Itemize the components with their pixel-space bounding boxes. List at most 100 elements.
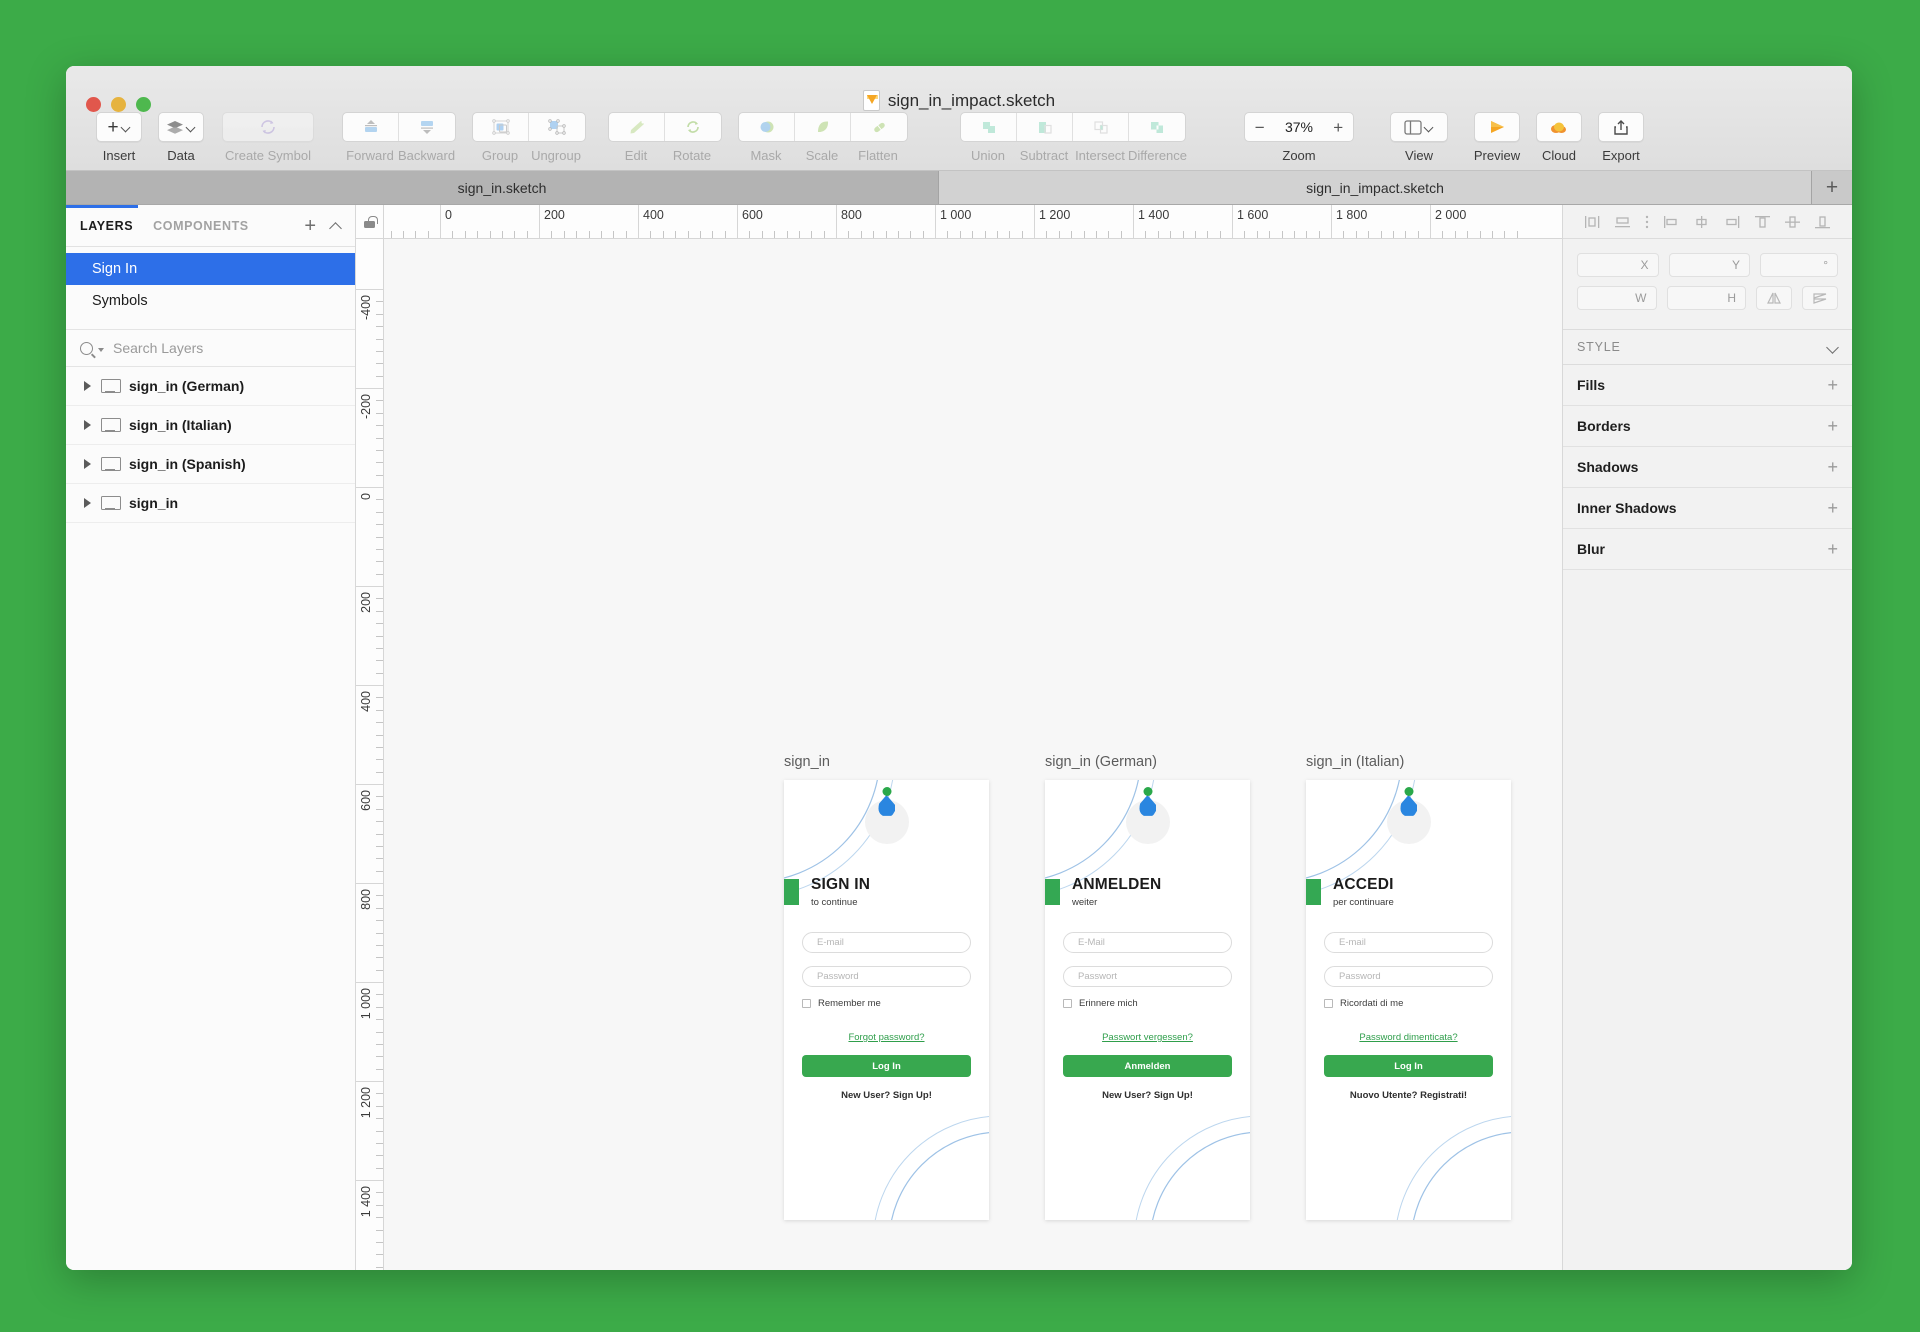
signup-link[interactable]: New User? Sign Up!: [784, 1090, 989, 1101]
mask-button[interactable]: [739, 113, 795, 141]
align-middle-icon[interactable]: [1693, 215, 1710, 229]
remember-me-row[interactable]: Ricordati di me: [1324, 998, 1403, 1009]
artboard-sign-in-italian-[interactable]: sign_in (Italian) ACCEDI per continuare E-…: [1306, 754, 1511, 1220]
login-button[interactable]: Log In: [802, 1055, 971, 1077]
chevron-down-icon[interactable]: [1827, 342, 1838, 353]
ruler-lock-corner[interactable]: [356, 205, 384, 238]
tab-components[interactable]: COMPONENTS: [153, 219, 249, 233]
toolbar-preview[interactable]: Preview: [1466, 112, 1528, 163]
search-layers-row[interactable]: Search Layers: [66, 329, 355, 367]
add-shadow-button[interactable]: +: [1827, 457, 1838, 478]
lock-icon[interactable]: [364, 215, 378, 228]
align-left-icon[interactable]: [1584, 215, 1601, 229]
toolbar-cloud[interactable]: Cloud: [1528, 112, 1590, 163]
email-input[interactable]: E-mail: [802, 932, 971, 953]
artboard-name-label[interactable]: sign_in (German): [1045, 754, 1250, 770]
remember-me-checkbox[interactable]: [802, 999, 811, 1008]
align-edge-left-icon[interactable]: [1663, 215, 1680, 229]
add-page-button[interactable]: +: [304, 216, 316, 236]
backward-button[interactable]: [399, 113, 455, 141]
add-border-button[interactable]: +: [1827, 416, 1838, 437]
page-item-sign-in[interactable]: Sign In: [66, 253, 355, 285]
layer-row-sign-in[interactable]: sign_in: [66, 484, 355, 523]
password-input[interactable]: Password: [1324, 966, 1493, 987]
search-input[interactable]: Search Layers: [113, 340, 203, 356]
create-symbol-button[interactable]: [222, 112, 314, 142]
toolbar-view[interactable]: View: [1388, 112, 1450, 163]
layer-row-sign-in-italian[interactable]: sign_in (Italian): [66, 406, 355, 445]
distribute-icon[interactable]: [1644, 215, 1650, 229]
align-top-icon[interactable]: [1754, 215, 1771, 229]
intersect-button[interactable]: [1073, 113, 1129, 141]
layer-row-sign-in-spanish[interactable]: sign_in (Spanish): [66, 445, 355, 484]
email-input[interactable]: E-mail: [1324, 932, 1493, 953]
layer-row-sign-in-german[interactable]: sign_in (German): [66, 367, 355, 406]
toolbar-data[interactable]: Data: [150, 112, 212, 163]
flip-horizontal-button[interactable]: [1756, 286, 1792, 310]
password-input[interactable]: Password: [802, 966, 971, 987]
difference-button[interactable]: [1129, 113, 1185, 141]
remember-me-checkbox[interactable]: [1063, 999, 1072, 1008]
signup-link[interactable]: New User? Sign Up!: [1045, 1090, 1250, 1101]
data-button[interactable]: [158, 112, 204, 142]
disclosure-triangle-icon[interactable]: [84, 420, 91, 430]
artboard-canvas[interactable]: ANMELDEN weiter E-Mail Passwort Erinnere mic…: [1045, 780, 1250, 1220]
toolbar-export[interactable]: Export: [1590, 112, 1652, 163]
disclosure-triangle-icon[interactable]: [84, 459, 91, 469]
ungroup-button[interactable]: [529, 113, 585, 141]
style-row-fills[interactable]: Fills +: [1563, 365, 1852, 406]
zoom-in-button[interactable]: +: [1324, 113, 1353, 141]
horizontal-ruler[interactable]: 0 200 400 600 800 1 000 1 200 1 400 1 600 1 800 2 …: [356, 205, 1562, 239]
style-row-borders[interactable]: Borders +: [1563, 406, 1852, 447]
height-field[interactable]: H: [1666, 286, 1746, 310]
email-input[interactable]: E-Mail: [1063, 932, 1232, 953]
export-button[interactable]: [1598, 112, 1644, 142]
signup-link[interactable]: Nuovo Utente? Registrati!: [1306, 1090, 1511, 1101]
toolbar-insert[interactable]: + Insert: [88, 112, 150, 163]
style-section-header[interactable]: STYLE: [1563, 329, 1852, 365]
new-tab-button[interactable]: +: [1812, 171, 1852, 204]
artboard-name-label[interactable]: sign_in (Italian): [1306, 754, 1511, 770]
artboard-sign-in[interactable]: sign_in SIGN IN to continue E-mail Password…: [784, 754, 989, 1220]
flatten-button[interactable]: [851, 113, 907, 141]
add-inner-shadow-button[interactable]: +: [1827, 498, 1838, 519]
artboard-name-label[interactable]: sign_in: [784, 754, 989, 770]
artboard-canvas[interactable]: ACCEDI per continuare E-mail Password Ricord…: [1306, 780, 1511, 1220]
edit-button[interactable]: [609, 113, 665, 141]
disclosure-triangle-icon[interactable]: [84, 381, 91, 391]
style-row-inner-shadows[interactable]: Inner Shadows +: [1563, 488, 1852, 529]
toolbar-create-symbol[interactable]: Create Symbol: [212, 112, 324, 163]
vertical-ruler[interactable]: -400 -200 0 200 400 600 800 1 000 1 200 1 400: [356, 239, 384, 1270]
page-item-symbols[interactable]: Symbols: [66, 285, 355, 317]
chevron-up-icon[interactable]: [330, 220, 341, 231]
login-button[interactable]: Anmelden: [1063, 1055, 1232, 1077]
preview-button[interactable]: [1474, 112, 1520, 142]
login-button[interactable]: Log In: [1324, 1055, 1493, 1077]
remember-me-row[interactable]: Erinnere mich: [1063, 998, 1138, 1009]
flip-vertical-button[interactable]: [1802, 286, 1838, 310]
y-field[interactable]: Y: [1668, 253, 1750, 277]
forgot-password-link[interactable]: Password dimenticata?: [1306, 1032, 1511, 1043]
zoom-level-value[interactable]: 37%: [1274, 113, 1323, 141]
width-field[interactable]: W: [1577, 286, 1657, 310]
subtract-button[interactable]: [1017, 113, 1073, 141]
document-tab-sign-in[interactable]: sign_in.sketch: [66, 171, 939, 204]
style-row-blur[interactable]: Blur +: [1563, 529, 1852, 570]
password-input[interactable]: Passwort: [1063, 966, 1232, 987]
remember-me-checkbox[interactable]: [1324, 999, 1333, 1008]
align-bottom-icon[interactable]: [1814, 215, 1831, 229]
scale-button[interactable]: [795, 113, 851, 141]
add-fill-button[interactable]: +: [1827, 375, 1838, 396]
add-blur-button[interactable]: +: [1827, 539, 1838, 560]
tab-layers[interactable]: LAYERS: [80, 219, 133, 233]
forgot-password-link[interactable]: Forgot password?: [784, 1032, 989, 1043]
cloud-button[interactable]: [1536, 112, 1582, 142]
rotate-button[interactable]: [665, 113, 721, 141]
view-button[interactable]: [1390, 112, 1448, 142]
x-field[interactable]: X: [1577, 253, 1659, 277]
ruler-horizontal-track[interactable]: 0 200 400 600 800 1 000 1 200 1 400 1 600 1 800 2 …: [384, 205, 1562, 238]
align-center-vertical-icon[interactable]: [1784, 215, 1801, 229]
union-button[interactable]: [961, 113, 1017, 141]
forgot-password-link[interactable]: Passwort vergessen?: [1045, 1032, 1250, 1043]
artboard-sign-in-german-[interactable]: sign_in (German) ANMELDEN weiter E-Mail Pas…: [1045, 754, 1250, 1220]
